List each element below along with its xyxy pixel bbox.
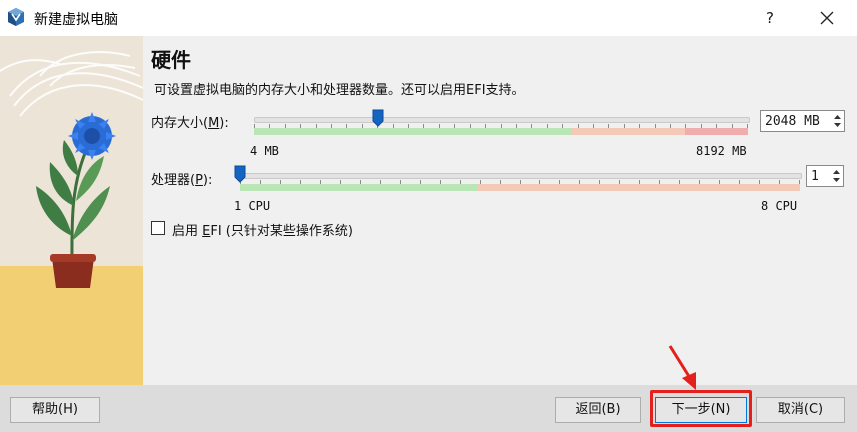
cpu-safe-range [240, 184, 477, 191]
virtualbox-icon [8, 8, 24, 26]
cpu-slider[interactable] [240, 173, 802, 179]
spin-arrows-icon[interactable] [831, 167, 842, 185]
page-title: 硬件 [151, 48, 191, 72]
memory-warning-range [572, 128, 685, 135]
cpu-warning-range [477, 184, 800, 191]
memory-min-label: 4 MB [250, 144, 279, 158]
efi-checkbox[interactable] [151, 221, 165, 235]
wizard-illustration [0, 36, 143, 385]
annotation-highlight-box [650, 390, 752, 427]
memory-slider[interactable] [254, 117, 750, 123]
memory-safe-range [254, 128, 572, 135]
back-button[interactable]: 返回(B) [555, 397, 641, 423]
memory-danger-range [685, 128, 748, 135]
annotation-arrow-icon [668, 345, 696, 390]
efi-checkbox-label[interactable]: 启用 EFI (只针对某些操作系统) [172, 220, 353, 239]
cpu-spinbox[interactable]: 1 [806, 165, 844, 187]
memory-spinbox[interactable]: 2048 MB [760, 110, 845, 132]
cpu-max-label: 8 CPU [761, 199, 798, 213]
cpu-shortcut-key: P [195, 173, 203, 188]
cancel-button[interactable]: 取消(C) [756, 397, 845, 423]
memory-slider-thumb[interactable] [372, 109, 384, 127]
help-button[interactable]: 帮助(H) [10, 397, 100, 423]
potted-flower-illustration [0, 36, 143, 385]
memory-spinbox-value: 2048 MB [765, 114, 820, 129]
page-description: 可设置虚拟电脑的内存大小和处理器数量。还可以启用EFI支持。 [154, 83, 525, 98]
memory-shortcut-key: M [208, 116, 220, 131]
cpu-min-label: 1 CPU [234, 199, 271, 213]
title-bar: 新建虚拟电脑 ? [0, 0, 857, 36]
memory-max-label: 8192 MB [696, 144, 747, 158]
window-close-button[interactable] [810, 4, 844, 32]
cpu-label: 处理器(P): [151, 173, 213, 188]
spin-arrows-icon[interactable] [832, 112, 843, 130]
memory-label: 内存大小(M): [151, 116, 229, 131]
window-help-button[interactable]: ? [756, 6, 784, 30]
cpu-slider-thumb[interactable] [234, 165, 246, 183]
close-icon [820, 11, 834, 25]
cpu-spinbox-value: 1 [811, 169, 819, 184]
window-title: 新建虚拟电脑 [34, 12, 118, 28]
